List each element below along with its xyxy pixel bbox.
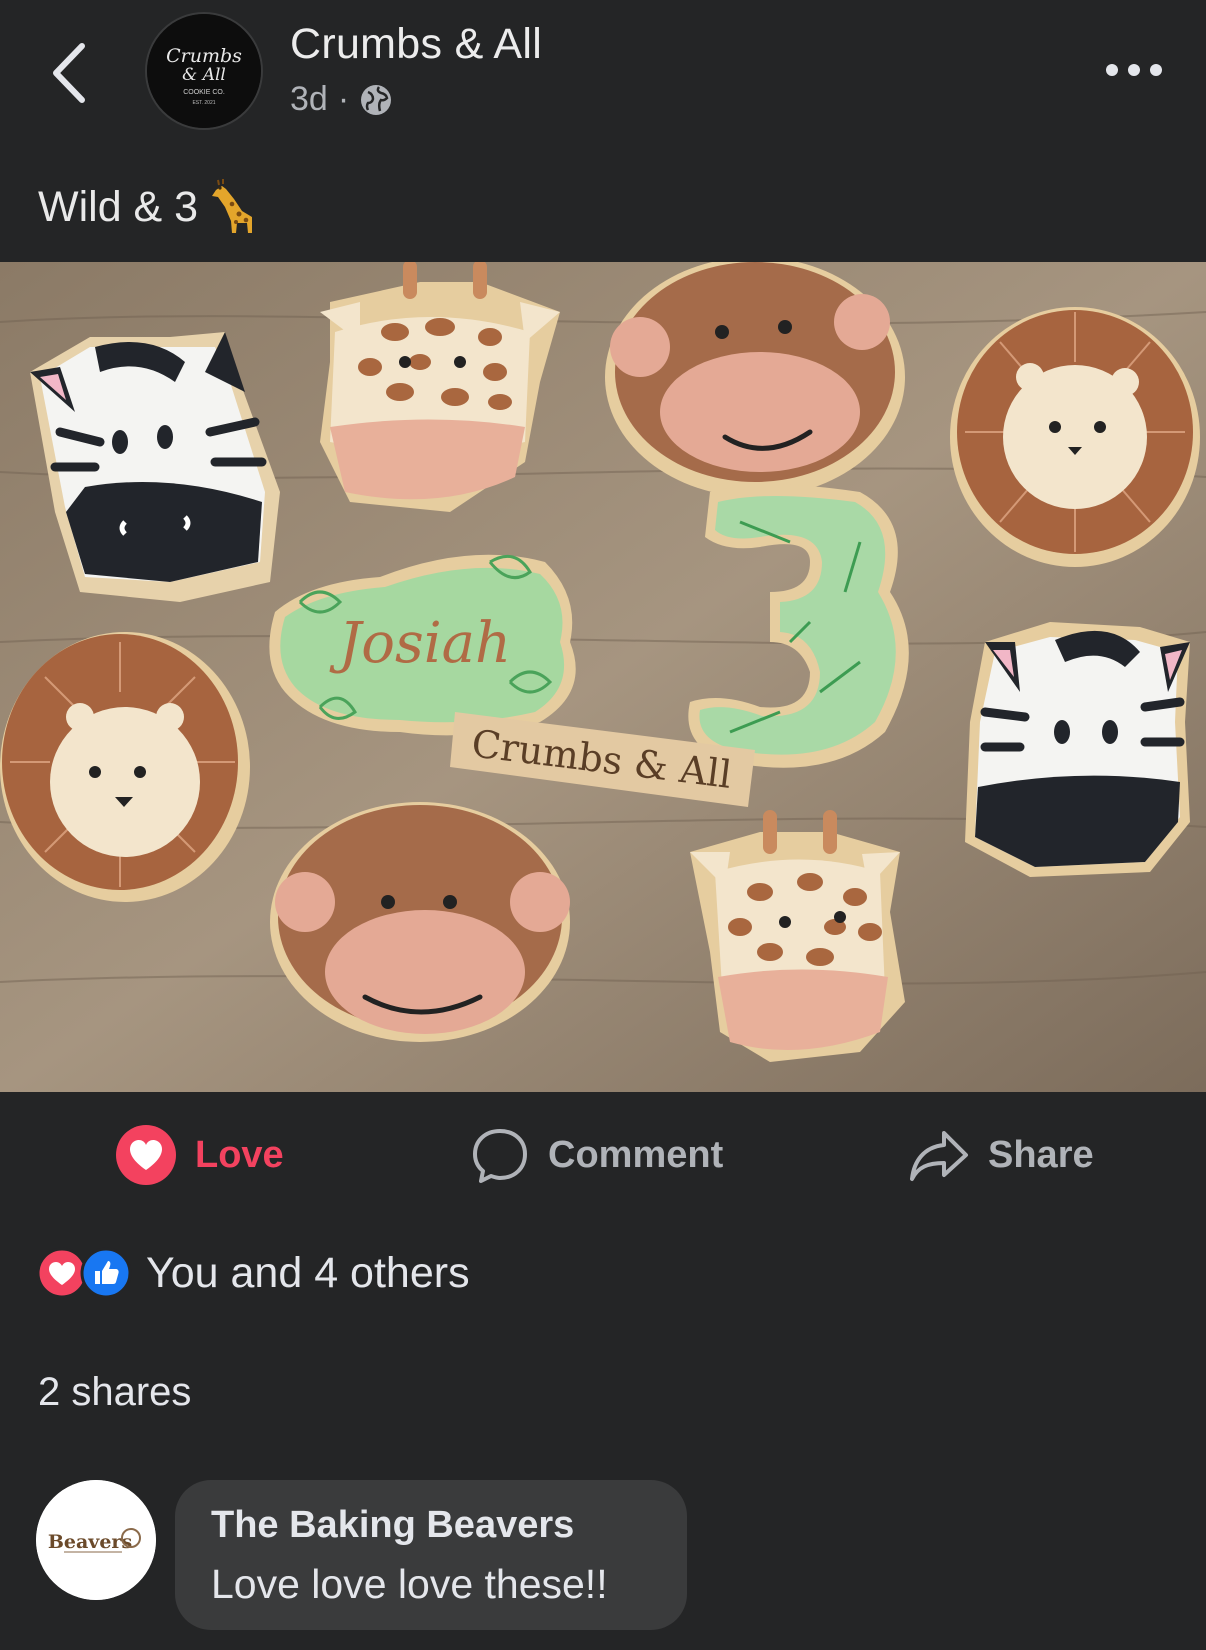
svg-text:Crumbs: Crumbs <box>166 45 242 67</box>
reactions-text: You and 4 others <box>146 1248 470 1297</box>
comment-button[interactable]: Comment <box>470 1110 723 1200</box>
svg-text:EST. 2021: EST. 2021 <box>192 100 215 106</box>
svg-text:COOKIE CO.: COOKIE CO. <box>183 89 225 96</box>
comment-label: Comment <box>548 1133 724 1176</box>
cookies-photo: Josiah Crumbs & All <box>0 262 1206 1092</box>
share-label: Share <box>988 1133 1094 1176</box>
more-options-button[interactable] <box>1100 50 1180 90</box>
svg-text:Josiah: Josiah <box>329 611 511 676</box>
love-button[interactable]: Love <box>115 1110 284 1200</box>
page-avatar[interactable]: Crumbs & All COOKIE CO. EST. 2021 <box>145 12 263 130</box>
chevron-left-icon <box>53 43 85 103</box>
share-button[interactable]: Share <box>908 1110 1094 1200</box>
lion-cookie <box>950 307 1200 567</box>
more-icon <box>1106 64 1162 76</box>
post-time[interactable]: 3d <box>290 80 328 119</box>
like-reaction-icon <box>80 1247 132 1299</box>
globe-icon <box>361 84 392 115</box>
reactions-summary[interactable]: You and 4 others <box>36 1245 470 1301</box>
back-button[interactable] <box>46 38 96 108</box>
post-photo[interactable]: Josiah Crumbs & All <box>0 262 1206 1092</box>
crumbs-logo: Crumbs & All COOKIE CO. EST. 2021 <box>147 14 261 128</box>
share-icon <box>910 1131 968 1181</box>
caption-text: Wild & 3 <box>38 182 199 231</box>
comment-bubble[interactable]: The Baking Beavers Love love love these!… <box>175 1480 687 1630</box>
comment-author[interactable]: The Baking Beavers <box>211 1504 651 1547</box>
monkey-cookie <box>605 262 905 497</box>
comment-text: Love love love these!! <box>211 1561 608 1607</box>
comment-icon <box>473 1129 527 1183</box>
post-actions: Love Comment Share <box>0 1110 1206 1200</box>
post-header: Crumbs & All COOKIE CO. EST. 2021 Crumbs… <box>0 0 1206 150</box>
love-icon <box>116 1125 176 1185</box>
lion-cookie <box>0 632 250 902</box>
monkey-cookie <box>270 802 570 1042</box>
svg-text:Beavers: Beavers <box>48 1531 132 1553</box>
giraffe-cookie <box>690 810 905 1062</box>
love-label: Love <box>195 1133 284 1176</box>
baking-beavers-logo: Beavers <box>36 1480 156 1600</box>
giraffe-emoji-icon <box>212 179 253 233</box>
shares-count[interactable]: 2 shares <box>38 1370 191 1415</box>
post-meta: 3d · <box>290 80 393 119</box>
meta-separator: · <box>337 80 350 118</box>
svg-text:& All: & All <box>182 65 226 85</box>
page-name[interactable]: Crumbs & All <box>290 20 542 69</box>
comment-avatar[interactable]: Beavers <box>36 1480 156 1600</box>
post-caption: Wild & 3 <box>38 178 258 236</box>
zebra-cookie <box>965 622 1190 877</box>
